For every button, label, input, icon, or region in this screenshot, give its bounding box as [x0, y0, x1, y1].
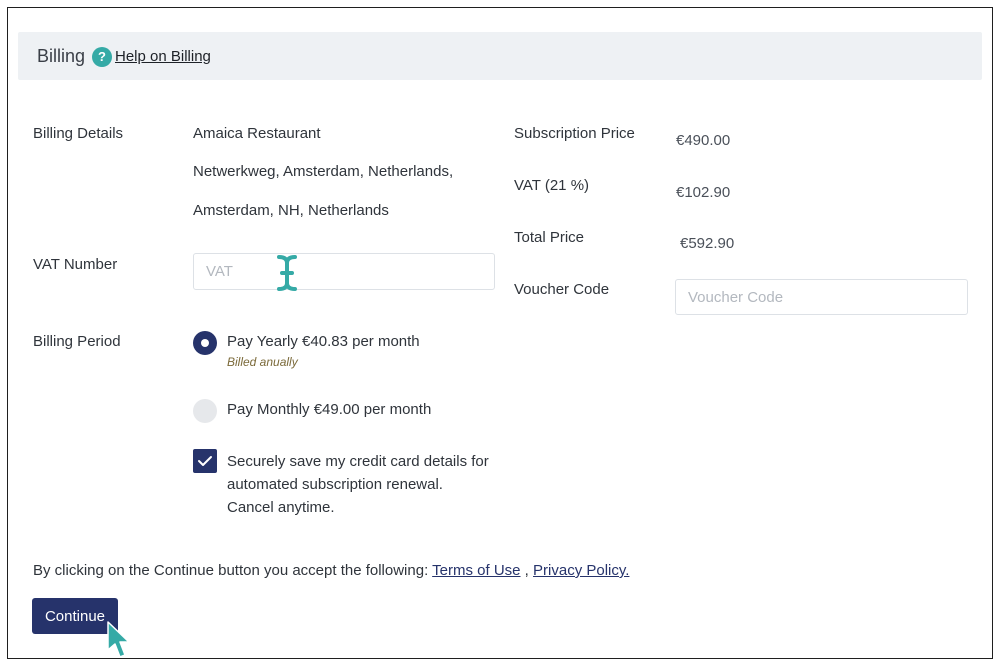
billing-header: Billing ? Help on Billing [18, 32, 982, 80]
vat-number-label: VAT Number [33, 256, 118, 273]
billing-details-label: Billing Details [33, 125, 124, 142]
page-title: Billing [37, 46, 86, 66]
radio-selected-dot [201, 339, 209, 347]
billing-address-line1: Netwerkweg, Amsterdam, Netherlands, [193, 163, 454, 180]
terms-notice: By clicking on the Continue button you a… [33, 562, 629, 579]
help-icon[interactable]: ? [92, 47, 112, 67]
voucher-code-label: Voucher Code [514, 281, 610, 298]
arrow-pointer-icon [107, 621, 130, 658]
check-icon [198, 456, 212, 466]
vat-number-input[interactable] [193, 253, 495, 290]
vat-amount-value: €102.90 [676, 184, 731, 201]
save-card-line2: automated subscription renewal. [227, 476, 443, 493]
total-price-value: €592.90 [680, 235, 735, 252]
pay-yearly-radio[interactable] [193, 331, 217, 355]
save-card-line1: Securely save my credit card details for [227, 453, 489, 470]
vat-label: VAT (21 %) [514, 177, 590, 194]
terms-of-use-link[interactable]: Terms of Use [432, 562, 520, 579]
help-on-billing-link[interactable]: Help on Billing [115, 48, 211, 65]
terms-separator: , [520, 562, 534, 579]
terms-text: By clicking on the Continue button you a… [33, 562, 433, 579]
subscription-price-value: €490.00 [676, 132, 731, 149]
subscription-price-label: Subscription Price [514, 125, 635, 142]
text-cursor-icon [277, 255, 297, 291]
pay-monthly-radio[interactable] [193, 399, 217, 423]
billing-period-label: Billing Period [33, 333, 121, 350]
save-card-line3: Cancel anytime. [227, 499, 335, 516]
total-price-label: Total Price [514, 229, 585, 246]
voucher-code-input[interactable] [675, 279, 968, 315]
billed-annually-note: Billed anually [227, 355, 298, 369]
privacy-policy-link[interactable]: Privacy Policy. [533, 562, 629, 579]
pay-yearly-label[interactable]: Pay Yearly €40.83 per month [227, 333, 420, 350]
billing-name: Amaica Restaurant [193, 125, 321, 142]
pay-monthly-label[interactable]: Pay Monthly €49.00 per month [227, 401, 431, 418]
billing-address-line2: Amsterdam, NH, Netherlands [193, 202, 389, 219]
save-card-text: Securely save my credit card details for… [227, 450, 517, 519]
save-card-checkbox[interactable] [193, 449, 217, 473]
